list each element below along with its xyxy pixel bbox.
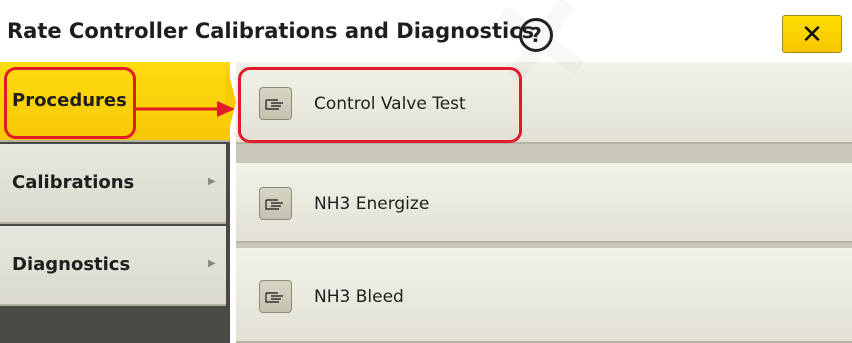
chevron-right-icon: ▶ — [208, 176, 216, 187]
sidebar-item-diagnostics[interactable]: Diagnostics ▶ — [0, 226, 226, 306]
help-icon[interactable]: ? — [519, 18, 553, 52]
arrow-right-icon — [135, 101, 235, 117]
procedure-label: NH3 Bleed — [314, 287, 404, 307]
procedure-row-nh3-bleed[interactable]: NH3 Bleed — [236, 248, 852, 343]
hand-pointer-icon — [259, 187, 292, 220]
hand-pointer-icon — [259, 280, 292, 313]
sidebar-item-label: Calibrations — [12, 172, 135, 193]
title-bar: Rate Controller Calibrations and Diagnos… — [0, 0, 852, 60]
sidebar-item-label: Diagnostics — [12, 254, 131, 275]
close-button[interactable]: ✕ — [782, 15, 842, 53]
chevron-right-icon: ▶ — [208, 258, 216, 269]
procedure-row-nh3-energize[interactable]: NH3 Energize — [236, 163, 852, 243]
page-title: Rate Controller Calibrations and Diagnos… — [7, 19, 535, 43]
procedure-label: NH3 Energize — [314, 194, 430, 214]
sidebar-item-calibrations[interactable]: Calibrations ▶ — [0, 144, 226, 224]
control-valve-test-highlight — [238, 67, 522, 143]
procedures-highlight — [4, 67, 136, 139]
